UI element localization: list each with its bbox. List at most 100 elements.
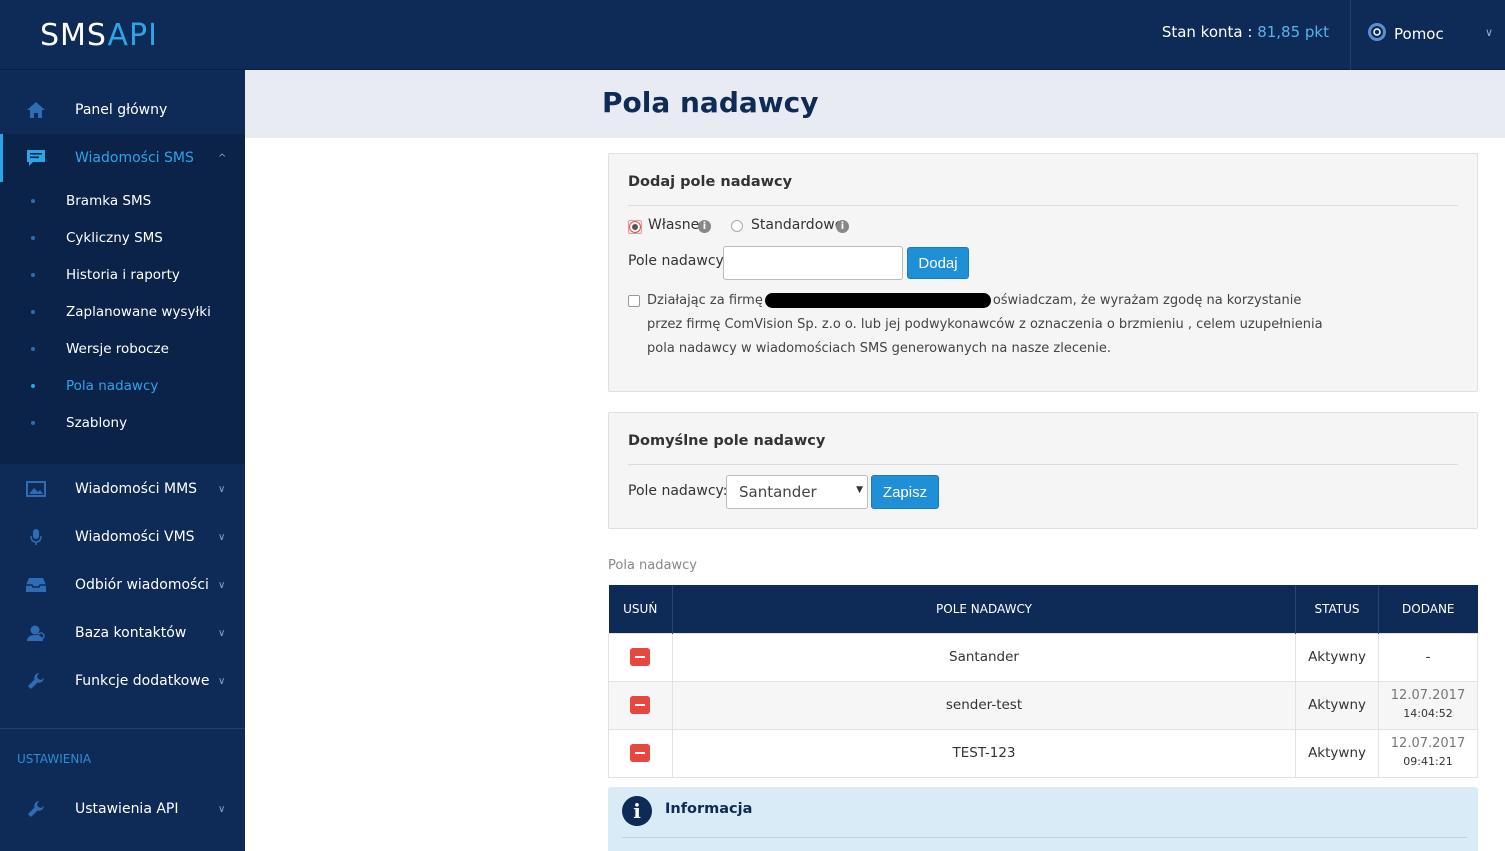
consent-text: Działając za firmę oświadczam, że wyrażam… (647, 289, 1337, 361)
lifebuoy-icon (1368, 23, 1386, 45)
added-date: 12.07.2017 (1390, 688, 1466, 703)
bullet-icon (31, 235, 35, 240)
info-icon[interactable]: i (836, 220, 849, 233)
default-sender-label: Pole nadawcy: (628, 483, 728, 499)
consent-text-part: Działając za firmę (647, 293, 763, 308)
sms-submenu: Bramka SMS Cykliczny SMS Historia i rapo… (0, 182, 245, 464)
panel-divider (628, 464, 1458, 465)
bullet-icon (31, 383, 35, 388)
smsapi-logo[interactable]: SMSAPI (40, 18, 158, 53)
submenu-item-label: Zaplanowane wysyłki (66, 303, 211, 320)
radio-own[interactable] (629, 221, 641, 233)
delete-icon[interactable] (630, 648, 651, 666)
sidebar-item-mms[interactable]: Wiadomości MMS ∨ (0, 465, 245, 513)
bullet-icon (31, 346, 35, 351)
help-menu[interactable]: Pomoc (1368, 23, 1444, 45)
sidebar-item-contacts[interactable]: Baza kontaktów ∨ (0, 609, 245, 657)
status-cell: Aktywny (1295, 680, 1380, 730)
column-header-status[interactable]: STATUS (1295, 585, 1380, 633)
settings-heading: USTAWIENIA (17, 752, 92, 766)
sidebar-item-extra-functions[interactable]: Funkcje dodatkowe ∨ (0, 657, 245, 705)
wrench-icon (25, 798, 47, 820)
information-panel: i Informacja (608, 787, 1478, 851)
radio-own-label[interactable]: Własne (648, 217, 699, 233)
sidebar-item-label: Baza kontaktów (75, 625, 187, 641)
column-header-added[interactable]: DODANE (1378, 585, 1478, 633)
added-date: - (1425, 649, 1431, 665)
chevron-down-icon: ∨ (218, 483, 226, 495)
sidebar: Panel główny Wiadomości SMS ^ Bramka SMS… (0, 70, 245, 851)
default-sender-select[interactable]: Santander ▼ (726, 475, 868, 509)
panel-divider (628, 205, 1458, 206)
redacted-company-name (764, 293, 991, 308)
table-row: TEST-123 Aktywny 12.07.2017 09:41:21 (608, 728, 1478, 778)
delete-icon[interactable] (630, 696, 651, 714)
submenu-item-zaplanowane[interactable]: Zaplanowane wysyłki (0, 293, 245, 330)
info-icon[interactable]: i (698, 220, 711, 233)
inbox-icon (25, 574, 47, 596)
added-cell: 12.07.2017 14:04:52 (1378, 680, 1478, 730)
table-header-row: USUŃ POLE NADAWCY STATUS DODANE (608, 585, 1478, 633)
sidebar-item-label: Ustawienia API (75, 801, 179, 817)
panel-divider (622, 837, 1467, 838)
panel-title: Domyślne pole nadawcy (628, 433, 826, 449)
added-date: 12.07.2017 (1390, 736, 1466, 751)
save-button[interactable]: Zapisz (871, 475, 939, 509)
bullet-icon (31, 198, 35, 203)
logo-text: SMS (40, 18, 108, 53)
chevron-down-icon: ∨ (218, 627, 226, 639)
added-time: 14:04:52 (1403, 707, 1453, 720)
sidebar-item-inbox[interactable]: Odbiór wiadomości ∨ (0, 561, 245, 609)
balance-value: 81,85 pkt (1257, 23, 1329, 41)
page-title: Pola nadawcy (602, 86, 819, 119)
sidebar-item-api-settings[interactable]: Ustawienia API ∨ (0, 785, 245, 833)
radio-standard-label[interactable]: Standardowe (751, 217, 843, 233)
sidebar-item-dashboard[interactable]: Panel główny (0, 86, 245, 134)
sidebar-item-vms[interactable]: Wiadomości VMS ∨ (0, 513, 245, 561)
table-row: sender-test Aktywny 12.07.2017 14:04:52 (608, 680, 1478, 730)
submenu-item-label: Wersje robocze (66, 340, 169, 357)
added-cell: - (1378, 632, 1478, 682)
sender-name-cell: Santander (671, 632, 1297, 682)
help-label: Pomoc (1394, 25, 1444, 43)
submenu-item-cykliczny-sms[interactable]: Cykliczny SMS (0, 219, 245, 256)
consent-text-part: oświadczam, że wyrażam zgodę na korzysta… (992, 293, 1302, 308)
contacts-icon (25, 622, 47, 644)
submenu-item-wersje-robocze[interactable]: Wersje robocze (0, 330, 245, 367)
add-button[interactable]: Dodaj (907, 247, 969, 279)
submenu-item-bramka-sms[interactable]: Bramka SMS (0, 182, 245, 219)
account-balance: Stan konta : 81,85 pkt (1162, 23, 1329, 41)
message-icon (25, 147, 47, 169)
delete-icon[interactable] (630, 744, 651, 762)
dropdown-arrow-icon: ▼ (856, 485, 863, 495)
consent-checkbox[interactable] (628, 295, 640, 307)
wrench-icon (25, 670, 47, 692)
column-header-sender[interactable]: POLE NADAWCY (672, 585, 1297, 633)
sidebar-item-label: Panel główny (75, 102, 168, 118)
added-cell: 12.07.2017 09:41:21 (1378, 728, 1478, 778)
panel-title: Dodaj pole nadawcy (628, 174, 793, 190)
table-row: Santander Aktywny - (608, 632, 1478, 682)
title-band (245, 70, 1505, 138)
senders-section-caption: Pola nadawcy (608, 558, 697, 573)
sidebar-item-label: Funkcje dodatkowe (75, 673, 210, 689)
sender-name-cell: TEST-123 (671, 728, 1297, 778)
column-header-delete: USUŃ (608, 585, 673, 633)
microphone-icon (25, 526, 47, 548)
radio-standard[interactable] (731, 220, 743, 232)
info-icon: i (622, 796, 652, 826)
submenu-item-historia[interactable]: Historia i raporty (0, 256, 245, 293)
sender-name-input[interactable] (723, 246, 903, 280)
added-time: 09:41:21 (1403, 755, 1453, 768)
chevron-down-icon[interactable]: ∨ (1485, 26, 1493, 39)
submenu-item-pola-nadawcy[interactable]: Pola nadawcy (0, 367, 245, 404)
sidebar-item-sms[interactable]: Wiadomości SMS ^ (0, 134, 245, 182)
chevron-down-icon: ∨ (218, 675, 226, 687)
submenu-item-szablony[interactable]: Szablony (0, 404, 245, 441)
sender-name-cell: sender-test (671, 680, 1297, 730)
sidebar-item-label: Wiadomości VMS (75, 529, 195, 545)
add-sender-panel: Dodaj pole nadawcy Własne i Standardowe … (608, 153, 1478, 392)
image-icon (25, 478, 47, 500)
select-value: Santander (739, 483, 817, 501)
consent-text-line: przez firmę ComVision Sp. z.o o. lub jej… (647, 317, 1323, 332)
